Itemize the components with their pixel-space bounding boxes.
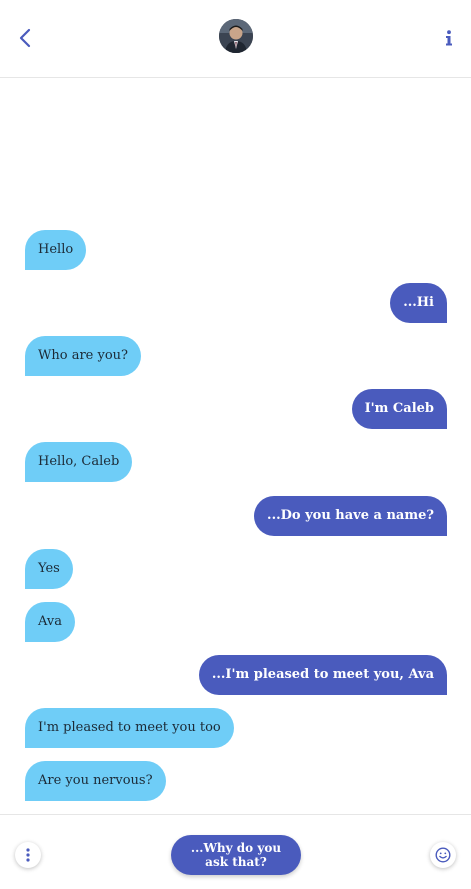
more-vertical-icon [26,848,30,862]
message-bubble-incoming: Yes [25,549,73,589]
chevron-left-icon [19,28,31,48]
message-bubble-incoming: Hello, Caleb [25,442,133,482]
avatar-image [219,19,253,53]
reply-bar: ...Why do you ask that? [0,814,471,889]
avatar[interactable] [219,19,253,53]
info-button[interactable] [443,27,455,49]
chat-app: Hello ...Hi Who are you? I'm Caleb Hello… [0,0,471,889]
message-bubble-incoming: Who are you? [25,336,141,376]
message-bubble-outgoing: ...Hi [390,283,447,323]
more-options-button[interactable] [15,842,41,868]
info-icon [446,30,452,46]
message-bubble-outgoing: I'm Caleb [351,389,447,429]
message-bubble-incoming: Hello [25,230,87,270]
message-list[interactable]: Hello ...Hi Who are you? I'm Caleb Hello… [0,78,471,814]
emoji-button[interactable] [430,842,456,868]
message-bubble-incoming: Ava [25,602,75,642]
message-bubble-outgoing: ...I'm pleased to meet you, Ava [198,655,447,695]
smiley-icon [435,847,451,863]
back-button[interactable] [14,25,36,51]
message-bubble-incoming: I'm pleased to meet you too [25,708,234,748]
message-bubble-outgoing: ...Do you have a name? [254,496,447,536]
chat-header [0,0,471,78]
suggested-reply-button[interactable]: ...Why do you ask that? [171,835,301,875]
message-bubble-incoming: Are you nervous? [25,761,166,801]
